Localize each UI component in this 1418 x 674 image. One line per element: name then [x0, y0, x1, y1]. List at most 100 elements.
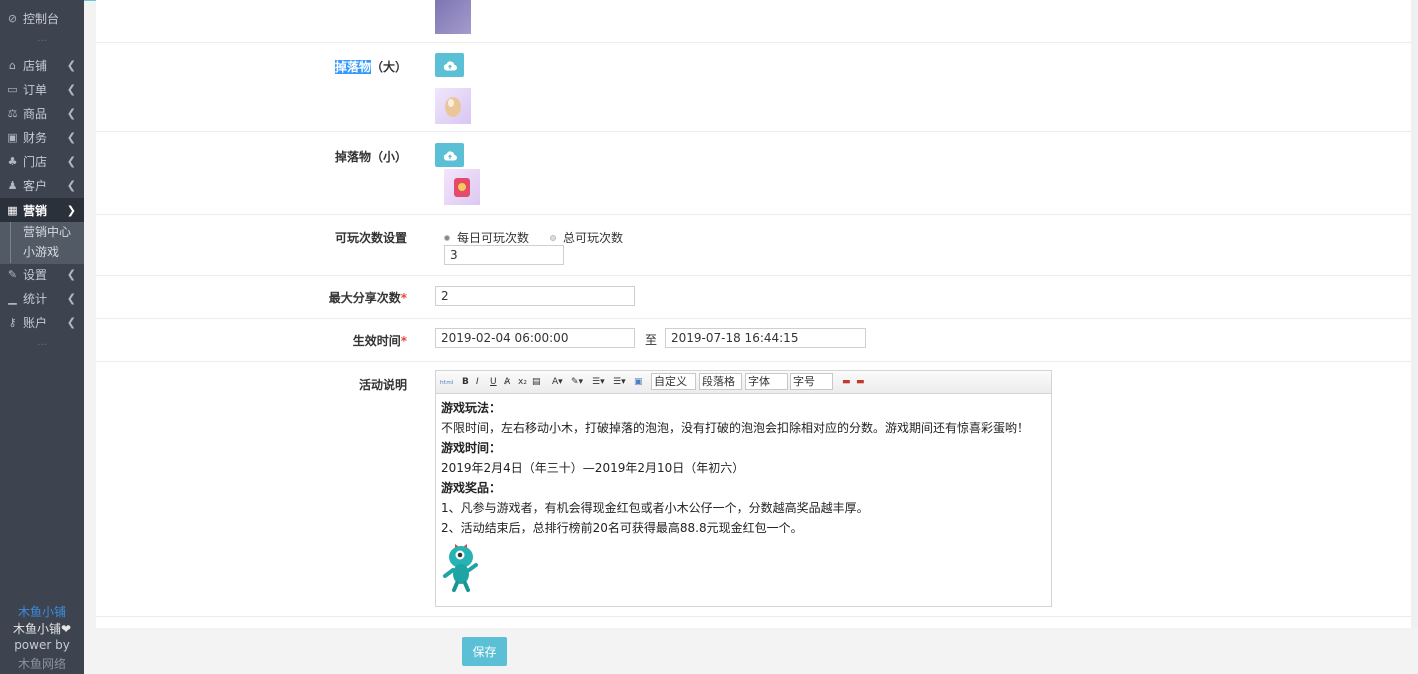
gift-icon: ▦ [7, 203, 18, 217]
time-heading: 游戏时间： [441, 441, 502, 455]
sidebar-item-statistics[interactable]: ▁ 统计 ❮ [0, 286, 84, 310]
divider [96, 42, 1411, 43]
divider [96, 275, 1411, 276]
marketing-submenu: 营销中心 小游戏 [0, 222, 84, 264]
sidebar-item-settings[interactable]: ✎ 设置 ❮ [0, 262, 84, 286]
sidebar-item-label: 统计 [23, 291, 48, 306]
chevron-left-icon: ❮ [66, 268, 76, 281]
effective-time-label-text: 生效时间 [352, 334, 401, 348]
font-color-icon[interactable]: A▾ [552, 375, 563, 389]
chevron-left-icon: ❮ [66, 292, 76, 305]
sidebar-item-store[interactable]: ⌂ 店铺 ❮ [0, 53, 84, 77]
money-icon: ▣ [7, 130, 18, 144]
sidebar-item-finance[interactable]: ▣ 财务 ❮ [0, 125, 84, 149]
brand-link[interactable]: 木鱼小铺 [0, 603, 84, 620]
end-time-input[interactable]: 2019-07-18 16:44:15 [665, 328, 866, 348]
unordered-list-icon[interactable]: ☰▾ [613, 375, 626, 389]
sidebar-item-label: 订单 [23, 82, 48, 97]
wrench-icon: ✎ [7, 267, 18, 281]
bold-icon[interactable]: B [462, 375, 469, 389]
main-content: 掉落物（大） 掉落物（小） 可玩次数设置 每日可玩次数 总可玩次数 3 最大分享… [96, 0, 1418, 674]
chevron-left-icon: ❮ [66, 107, 76, 120]
editor-content[interactable]: 游戏玩法： 不限时间，左右移动小木，打破掉落的泡泡，没有打破的泡泡会扣除相对应的… [436, 394, 1051, 602]
red-envelope-icon [454, 178, 470, 197]
required-mark: * [400, 334, 407, 348]
paragraph-format-select[interactable]: 段落格 [699, 373, 742, 390]
radio-dot-icon [444, 234, 450, 241]
required-mark: * [400, 291, 407, 305]
sidebar-item-label: 商品 [23, 106, 48, 121]
font-family-select[interactable]: 字体 [745, 373, 788, 390]
users-icon: ♟ [7, 178, 18, 192]
format-painter-icon[interactable]: ▤ [532, 375, 541, 389]
submenu-item-marketing-center[interactable]: 营销中心 [10, 222, 84, 243]
chevron-down-icon: ❯ [66, 204, 76, 217]
drop-large-label-suffix: （大） [370, 60, 407, 74]
highlight-color-icon[interactable]: ✎▾ [571, 375, 583, 389]
sidebar-item-products[interactable]: ⚖ 商品 ❮ [0, 101, 84, 125]
ordered-list-icon[interactable]: ☰▾ [592, 375, 605, 389]
sidebar-item-label: 控制台 [23, 11, 60, 26]
max-share-label: 最大分享次数* [329, 289, 407, 306]
dashboard-icon: ⊘ [7, 11, 18, 25]
key-icon: ⚷ [8, 315, 17, 329]
sidebar-item-orders[interactable]: ▭ 订单 ❮ [0, 77, 84, 101]
prize-line-2: 2、活动结束后，总排行榜前20名可获得最高88.8元现金红包一个。 [441, 521, 803, 535]
separator-dots: ··· [37, 340, 47, 351]
indent-icon[interactable]: ▣ [634, 375, 643, 389]
divider [96, 616, 1411, 617]
chevron-left-icon: ❮ [66, 83, 76, 96]
editor-toolbar: ₕₜₘₗ B I U A̷ x₂ ▤ A▾ ✎▾ ☰▾ ☰▾ ▣ 自定义 段落格… [436, 371, 1051, 394]
underline-icon[interactable]: U [490, 375, 497, 389]
sidebar-item-customers[interactable]: ♟ 客户 ❮ [0, 173, 84, 197]
brand-name: 木鱼小铺❤ [12, 622, 72, 636]
rules-text: 不限时间，左右移动小木，打破掉落的泡泡，没有打破的泡泡会扣除相对应的分数。游戏期… [441, 421, 1030, 435]
scale-icon: ⚖ [7, 106, 18, 120]
sidebar: ⊘ 控制台 ··· ⌂ 店铺 ❮ ▭ 订单 ❮ ⚖ 商品 ❮ ▣ 财务 ❮ ♣ … [0, 0, 84, 674]
chevron-left-icon: ❮ [66, 59, 76, 72]
insert-media-icon[interactable]: ▬ [856, 375, 865, 389]
save-button[interactable]: 保存 [462, 637, 507, 666]
sidebar-item-label: 设置 [23, 267, 48, 282]
sidebar-item-account[interactable]: ⚷ 账户 ❮ [0, 310, 84, 334]
italic-icon[interactable]: I [476, 375, 479, 389]
sidebar-item-label: 营销 [23, 203, 48, 218]
custom-style-select[interactable]: 自定义 [651, 373, 696, 390]
upload-drop-small-button[interactable] [435, 143, 464, 167]
radio-daily-label: 每日可玩次数 [457, 231, 530, 245]
rich-text-editor[interactable]: ₕₜₘₗ B I U A̷ x₂ ▤ A▾ ✎▾ ☰▾ ☰▾ ▣ 自定义 段落格… [435, 370, 1052, 607]
strikethrough-icon[interactable]: A̷ [504, 375, 510, 389]
radio-daily-plays[interactable]: 每日可玩次数 [444, 229, 529, 246]
submenu-item-mini-games[interactable]: 小游戏 [10, 242, 84, 263]
sidebar-item-stores[interactable]: ♣ 门店 ❮ [0, 149, 84, 173]
uploaded-image-thumbnail [435, 0, 471, 34]
description-label: 活动说明 [358, 378, 407, 392]
insert-image-icon[interactable]: ▬ [842, 375, 851, 389]
font-size-select[interactable]: 字号 [790, 373, 833, 390]
drop-large-label-highlight: 掉落物 [334, 60, 371, 74]
max-share-input[interactable]: 2 [435, 286, 635, 306]
company-name: 木鱼网络 [17, 657, 66, 671]
divider [96, 318, 1411, 319]
radio-total-plays[interactable]: 总可玩次数 [550, 229, 623, 246]
chevron-left-icon: ❮ [66, 316, 76, 329]
cloud-upload-icon [443, 150, 457, 161]
drop-large-label: 掉落物（大） [334, 58, 407, 75]
html-source-icon[interactable]: ₕₜₘₗ [440, 375, 453, 389]
upload-drop-large-button[interactable] [435, 53, 464, 77]
sidebar-item-label: 客户 [23, 178, 48, 193]
scrollbar[interactable] [1411, 0, 1418, 628]
play-count-label: 可玩次数设置 [334, 231, 407, 245]
play-count-input[interactable]: 3 [444, 245, 564, 265]
sidebar-item-marketing[interactable]: ▦ 营销 ❯ [0, 198, 84, 222]
sidebar-item-dashboard[interactable]: ⊘ 控制台 [0, 6, 84, 30]
subscript-icon[interactable]: x₂ [518, 375, 527, 389]
drop-small-label: 掉落物（小） [334, 150, 407, 164]
chevron-left-icon: ❮ [66, 179, 76, 192]
signal-icon: ▁ [8, 291, 17, 305]
start-time-input[interactable]: 2019-02-04 06:00:00 [435, 328, 635, 348]
drop-small-image [444, 169, 480, 205]
form-panel: 掉落物（大） 掉落物（小） 可玩次数设置 每日可玩次数 总可玩次数 3 最大分享… [96, 0, 1411, 628]
rules-heading: 游戏玩法： [441, 401, 502, 415]
max-share-label-text: 最大分享次数 [328, 291, 401, 305]
